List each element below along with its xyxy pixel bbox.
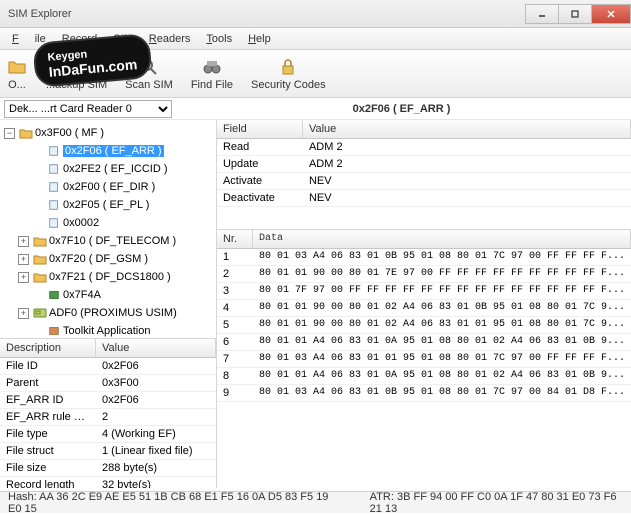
folder-icon [19, 127, 33, 139]
card-icon [33, 307, 47, 319]
reader-row: Dek... ...rt Card Reader 0 0x2F06 ( EF_A… [0, 98, 631, 120]
file-icon [47, 181, 61, 193]
tree-node-root[interactable]: − 0x3F00 ( MF ) [2, 124, 214, 142]
file-icon [47, 217, 61, 229]
right-column: Field Value ReadADM 2UpdateADM 2Activate… [217, 120, 631, 488]
record-row[interactable]: 180 01 03 A4 06 83 01 0B 95 01 08 80 01 … [217, 249, 631, 266]
tree-node[interactable]: 0x2F06 ( EF_ARR ) [2, 142, 214, 160]
maximize-button[interactable] [558, 4, 592, 24]
app-icon [47, 325, 61, 337]
properties-header: Description Value [0, 339, 216, 358]
file-icon [47, 145, 61, 157]
field-row[interactable]: UpdateADM 2 [217, 156, 631, 173]
record-row[interactable]: 480 01 01 90 00 80 01 02 A4 06 83 01 0B … [217, 300, 631, 317]
property-row[interactable]: EF_ARR rule number2 [0, 409, 216, 426]
tree-node[interactable]: 0x2F00 ( EF_DIR ) [2, 178, 214, 196]
tree-node[interactable]: 0x0002 [2, 214, 214, 232]
properties-table[interactable]: Description Value File ID0x2F06Parent0x3… [0, 338, 216, 488]
menu-help[interactable]: Help [240, 30, 279, 48]
tree-node[interactable]: 0x2FE2 ( EF_ICCID ) [2, 160, 214, 178]
lock-icon [277, 56, 299, 78]
menu-readers[interactable]: Readers [141, 30, 199, 48]
tree-node[interactable]: + 0x7F21 ( DF_DCS1800 ) [2, 268, 214, 286]
titlebar: SIM Explorer [0, 0, 631, 28]
record-row[interactable]: 780 01 03 A4 06 83 01 01 95 01 08 80 01 … [217, 351, 631, 368]
property-row[interactable]: File struct1 (Linear fixed file) [0, 443, 216, 460]
record-row[interactable]: 280 01 01 90 00 80 01 7E 97 00 FF FF FF … [217, 266, 631, 283]
toolbar-security[interactable]: Security Codes [251, 56, 326, 91]
status-hash: Hash: AA 36 2C E9 AE E5 51 1B CB 68 E1 F… [8, 491, 330, 515]
folder-icon [33, 253, 47, 265]
tree-node[interactable]: + ADF0 (PROXIMUS USIM) [2, 304, 214, 322]
status-atr: ATR: 3B FF 94 00 FF C0 0A 1F 47 80 31 E0… [370, 491, 623, 515]
records-table[interactable]: Nr. Data 180 01 03 A4 06 83 01 0B 95 01 … [217, 230, 631, 488]
tree-node[interactable]: Toolkit Application [2, 322, 214, 338]
file-icon [47, 163, 61, 175]
record-row[interactable]: 580 01 01 90 00 80 01 02 A4 06 83 01 01 … [217, 317, 631, 334]
folder-icon [33, 235, 47, 247]
field-row[interactable]: DeactivateNEV [217, 190, 631, 207]
property-row[interactable]: File type4 (Working EF) [0, 426, 216, 443]
file-tree[interactable]: − 0x3F00 ( MF ) 0x2F06 ( EF_ARR ) 0x2FE2… [0, 120, 216, 338]
green-icon [47, 289, 61, 301]
field-row[interactable]: ActivateNEV [217, 173, 631, 190]
left-column: − 0x3F00 ( MF ) 0x2F06 ( EF_ARR ) 0x2FE2… [0, 120, 217, 488]
record-row[interactable]: 880 01 01 A4 06 83 01 0A 95 01 08 80 01 … [217, 368, 631, 385]
tree-node[interactable]: 0x2F05 ( EF_PL ) [2, 196, 214, 214]
field-table[interactable]: Field Value ReadADM 2UpdateADM 2Activate… [217, 120, 631, 230]
tree-node[interactable]: + 0x7F10 ( DF_TELECOM ) [2, 232, 214, 250]
file-icon [47, 199, 61, 211]
reader-select[interactable]: Dek... ...rt Card Reader 0 [4, 100, 172, 118]
records-header: Nr. Data [217, 230, 631, 249]
menu-tools[interactable]: Tools [198, 30, 240, 48]
property-row[interactable]: File size288 byte(s) [0, 460, 216, 477]
window-buttons [526, 4, 631, 24]
record-row[interactable]: 380 01 7F 97 00 FF FF FF FF FF FF FF FF … [217, 283, 631, 300]
record-row[interactable]: 980 01 03 A4 06 83 01 0B 95 01 08 80 01 … [217, 385, 631, 402]
statusbar: Hash: AA 36 2C E9 AE E5 51 1B CB 68 E1 F… [0, 491, 631, 513]
content: − 0x3F00 ( MF ) 0x2F06 ( EF_ARR ) 0x2FE2… [0, 120, 631, 488]
minimize-button[interactable] [525, 4, 559, 24]
tree-node[interactable]: 0x7F4A [2, 286, 214, 304]
record-row[interactable]: 680 01 01 A4 06 83 01 0A 95 01 08 80 01 … [217, 334, 631, 351]
property-row[interactable]: EF_ARR ID0x2F06 [0, 392, 216, 409]
field-row[interactable]: ReadADM 2 [217, 139, 631, 156]
binoculars-icon [201, 56, 223, 78]
toolbar-open[interactable]: O... [6, 56, 28, 91]
property-row[interactable]: Parent0x3F00 [0, 375, 216, 392]
file-heading: 0x2F06 ( EF_ARR ) [172, 103, 631, 115]
folder-icon [33, 271, 47, 283]
folder-open-icon [6, 56, 28, 78]
toolbar-find[interactable]: Find File [191, 56, 233, 91]
window-title: SIM Explorer [8, 8, 72, 20]
property-row[interactable]: Record length32 byte(s) [0, 477, 216, 488]
field-header: Field Value [217, 120, 631, 139]
close-button[interactable] [591, 4, 631, 24]
property-row[interactable]: File ID0x2F06 [0, 358, 216, 375]
tree-node[interactable]: + 0x7F20 ( DF_GSM ) [2, 250, 214, 268]
